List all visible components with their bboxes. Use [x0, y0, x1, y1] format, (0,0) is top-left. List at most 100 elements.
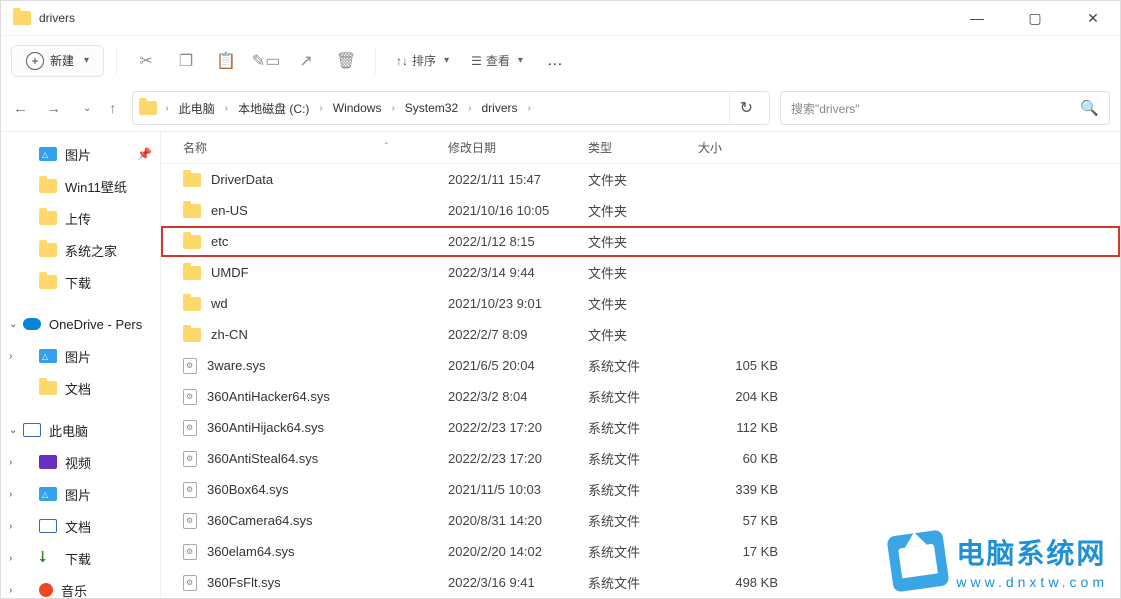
back-button[interactable]: ← [13, 100, 28, 117]
sysfile-icon [183, 544, 197, 560]
table-row[interactable]: zh-CN2022/2/7 8:09文件夹 [161, 319, 1120, 350]
folder-icon [39, 211, 57, 225]
pic-icon [39, 147, 57, 161]
sysfile-icon [183, 451, 197, 467]
file-size: 339 KB [698, 482, 788, 497]
crumb-item[interactable]: System32 [399, 101, 464, 115]
share-icon[interactable]: ↗ [289, 44, 323, 78]
file-modified: 2022/1/11 15:47 [448, 172, 588, 187]
cut-icon[interactable]: ✂ [129, 44, 163, 78]
forward-button[interactable]: → [46, 100, 61, 117]
expander-icon[interactable]: ⌄ [9, 425, 17, 436]
table-row[interactable]: DriverData2022/1/11 15:47文件夹 [161, 164, 1120, 195]
minimize-button[interactable]: — [958, 4, 996, 32]
expander-icon[interactable]: › [9, 351, 12, 362]
file-name: UMDF [211, 265, 249, 280]
file-type: 系统文件 [588, 511, 698, 530]
table-row[interactable]: 3ware.sys2021/6/5 20:04系统文件105 KB [161, 350, 1120, 381]
sidebar-item-label: 此电脑 [49, 421, 88, 440]
expander-icon[interactable]: › [9, 489, 12, 500]
crumb-item[interactable]: drivers [476, 101, 524, 115]
sidebar-item[interactable]: ›音乐 [1, 574, 160, 598]
sidebar-item[interactable]: ›文档 [1, 510, 160, 542]
table-row[interactable]: en-US2021/10/16 10:05文件夹 [161, 195, 1120, 226]
breadcrumb[interactable]: › 此电脑 › 本地磁盘 (C:) › Windows › System32 ›… [132, 91, 770, 125]
sidebar-item[interactable]: ›⭣下载 [1, 542, 160, 574]
crumb-item[interactable]: 本地磁盘 (C:) [232, 100, 315, 117]
sidebar-item-label: 系统之家 [65, 241, 117, 260]
file-type: 系统文件 [588, 418, 698, 437]
sidebar-item[interactable]: ⌄ 此电脑 [1, 414, 160, 446]
file-modified: 2021/10/23 9:01 [448, 296, 588, 311]
video-icon [39, 455, 57, 469]
file-name: 360Box64.sys [207, 482, 289, 497]
folder-icon [39, 179, 57, 193]
sidebar-item[interactable]: ⌄OneDrive - Pers [1, 308, 160, 340]
expander-icon[interactable]: › [9, 553, 12, 564]
maximize-button[interactable]: ▢ [1016, 4, 1054, 32]
column-modified[interactable]: 修改日期 [448, 139, 588, 156]
table-row[interactable]: 360AntiHacker64.sys2022/3/2 8:04系统文件204 … [161, 381, 1120, 412]
expander-icon[interactable]: › [9, 585, 12, 596]
crumb-item[interactable]: 此电脑 [173, 100, 221, 117]
table-row[interactable]: 360Camera64.sys2020/8/31 14:20系统文件57 KB [161, 505, 1120, 536]
new-button[interactable]: + 新建 ▾ [11, 45, 104, 77]
expander-icon[interactable]: › [9, 457, 12, 468]
table-row[interactable]: 360Box64.sys2021/11/5 10:03系统文件339 KB [161, 474, 1120, 505]
table-row[interactable]: 360FsFlt.sys2022/3/16 9:41系统文件498 KB [161, 567, 1120, 598]
sidebar-item[interactable]: 图片📌 [1, 138, 160, 170]
delete-icon[interactable]: 🗑 [329, 44, 363, 78]
sidebar-item[interactable]: 下载 [1, 266, 160, 298]
rename-icon[interactable]: ✎▭ [249, 44, 283, 78]
sort-icon: ↑↓ [396, 54, 408, 68]
table-row[interactable]: 360elam64.sys2020/2/20 14:02系统文件17 KB [161, 536, 1120, 567]
chevron-down-icon: ▾ [444, 55, 449, 66]
table-row[interactable]: UMDF2022/3/14 9:44文件夹 [161, 257, 1120, 288]
table-row[interactable]: wd2021/10/23 9:01文件夹 [161, 288, 1120, 319]
sidebar-item[interactable]: › 图片 [1, 478, 160, 510]
navrow: ← → ⌄ ↑ › 此电脑 › 本地磁盘 (C:) › Windows › Sy… [1, 85, 1120, 131]
sidebar-item[interactable]: 文档 [1, 372, 160, 404]
file-type: 系统文件 [588, 480, 698, 499]
more-button[interactable]: … [537, 52, 573, 70]
crumb-item[interactable]: Windows [327, 101, 388, 115]
sidebar-item[interactable]: Win11壁纸 [1, 170, 160, 202]
table-row[interactable]: etc2022/1/12 8:15文件夹 [161, 226, 1120, 257]
file-type: 文件夹 [588, 294, 698, 313]
chevron-down-icon: ▾ [84, 55, 89, 66]
search-input[interactable]: 搜索"drivers" 🔍 [780, 91, 1110, 125]
expander-icon[interactable]: › [9, 521, 12, 532]
view-label: 查看 [486, 52, 510, 69]
table-row[interactable]: 360AntiHijack64.sys2022/2/23 17:20系统文件11… [161, 412, 1120, 443]
refresh-button[interactable]: ↻ [729, 92, 763, 124]
close-button[interactable]: ✕ [1074, 4, 1112, 32]
sidebar-item[interactable]: 上传 [1, 202, 160, 234]
file-size: 57 KB [698, 513, 788, 528]
file-name: 360Camera64.sys [207, 513, 313, 528]
onedrive-icon [23, 318, 41, 330]
file-modified: 2021/6/5 20:04 [448, 358, 588, 373]
recent-button[interactable]: ⌄ [83, 103, 91, 114]
column-size[interactable]: 大小 [698, 139, 788, 156]
sidebar-item[interactable]: 系统之家 [1, 234, 160, 266]
up-button[interactable]: ↑ [109, 100, 116, 116]
file-modified: 2021/10/16 10:05 [448, 203, 588, 218]
file-size: 105 KB [698, 358, 788, 373]
sidebar-item-label: 图片 [65, 485, 91, 504]
sort-dropdown[interactable]: ↑↓ 排序 ▾ [388, 52, 457, 69]
sort-indicator-icon: ˆ [385, 142, 388, 153]
copy-icon[interactable]: ❐ [169, 44, 203, 78]
file-type: 文件夹 [588, 201, 698, 220]
sidebar-item[interactable]: › 图片 [1, 340, 160, 372]
separator [375, 48, 376, 74]
view-dropdown[interactable]: ☰ 查看 ▾ [463, 52, 531, 69]
expander-icon[interactable]: ⌄ [9, 319, 17, 330]
toolbar: + 新建 ▾ ✂ ❐ 📋 ✎▭ ↗ 🗑 ↑↓ 排序 ▾ ☰ 查看 ▾ … [1, 35, 1120, 85]
sidebar-item-label: 图片 [65, 347, 91, 366]
table-row[interactable]: 360AntiSteal64.sys2022/2/23 17:20系统文件60 … [161, 443, 1120, 474]
sidebar-item[interactable]: ›视频 [1, 446, 160, 478]
paste-icon[interactable]: 📋 [209, 44, 243, 78]
column-type[interactable]: 类型 [588, 139, 698, 156]
column-name[interactable]: 名称 ˆ [183, 139, 448, 156]
pin-icon: 📌 [137, 147, 152, 161]
